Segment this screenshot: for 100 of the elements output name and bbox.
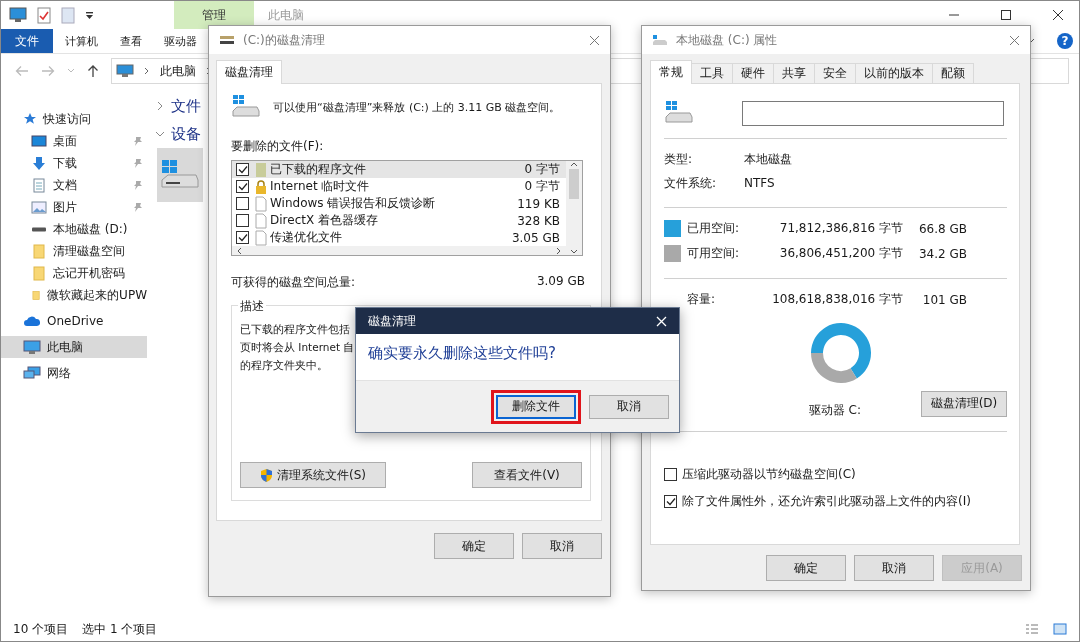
properties-icon[interactable]	[37, 6, 51, 24]
disk-cleanup-button[interactable]: 磁盘清理(D)	[921, 390, 1007, 417]
dialog-button[interactable]: 取消	[522, 533, 602, 559]
field-label: 类型:	[664, 150, 694, 168]
help-button[interactable]: ?	[1057, 33, 1073, 49]
checkbox-label[interactable]: 除了文件属性外，还允许索引此驱动器上文件的内容(I)	[682, 493, 971, 510]
tab[interactable]: 磁盘清理	[216, 60, 282, 84]
file-row[interactable]: Internet 临时文件 0 字节	[232, 178, 566, 195]
dialog-button[interactable]: 删除文件	[496, 394, 576, 419]
network-icon	[23, 365, 41, 381]
field-label: 容量:	[687, 291, 717, 308]
size-value: 101 GB	[921, 292, 967, 307]
dialog-button[interactable]: 清理系统文件(S)	[240, 462, 386, 488]
scroll-down-icon[interactable]	[570, 247, 578, 255]
cloud-icon	[23, 315, 41, 327]
section-header[interactable]: 设备	[171, 124, 201, 144]
checkbox[interactable]	[236, 231, 249, 244]
section-header[interactable]: 文件	[171, 96, 201, 116]
sidebar-item[interactable]: 网络	[1, 362, 147, 384]
file-row[interactable]: 已下载的程序文件 0 字节	[232, 161, 566, 178]
file-name: Internet 临时文件	[270, 178, 371, 195]
file-list[interactable]: 已下载的程序文件 0 字节 Internet 临时文件 0 字节 Windows 错误报告和反馈诊断 119 KB DirectX 着色器缓存 328 KB 传递优化文件 3.05 GB	[231, 160, 583, 256]
computer-icon	[116, 64, 134, 78]
scroll-right-icon[interactable]	[556, 246, 562, 255]
dialog-button[interactable]: 取消	[589, 394, 669, 419]
sidebar-item[interactable]: 本地磁盘 (D:)	[1, 218, 147, 240]
file-name: 传递优化文件	[270, 229, 343, 246]
intro-text: 可以使用“磁盘清理”来释放 (C:) 上的 3.11 GB 磁盘空间。	[273, 99, 561, 115]
folder-icon	[31, 265, 47, 281]
up-arrow-icon[interactable]	[87, 64, 99, 78]
sidebar-item[interactable]: 清理磁盘空间	[1, 240, 147, 262]
field-label: 已用空间:	[687, 220, 741, 237]
dialog-button[interactable]: 查看文件(V)	[472, 462, 582, 488]
context-tab[interactable]: 管理	[174, 1, 254, 29]
ribbon-tab[interactable]: 查看	[120, 29, 142, 53]
description-text: 页时将会从 Internet 自	[240, 340, 355, 355]
description-text: 已下载的程序文件包括	[240, 322, 350, 337]
window-title: 此电脑	[268, 6, 304, 24]
scroll-left-icon[interactable]	[236, 246, 242, 255]
checkbox[interactable]	[664, 468, 677, 481]
pin-icon[interactable]	[133, 201, 143, 213]
sidebar-item[interactable]: 文档	[1, 174, 147, 196]
expand-chevron-icon[interactable]	[155, 129, 165, 139]
pin-icon[interactable]	[133, 179, 143, 191]
sidebar-item[interactable]: 快速访问	[1, 108, 147, 130]
file-row[interactable]: DirectX 着色器缓存 328 KB	[232, 212, 566, 229]
close-icon[interactable]	[1052, 9, 1064, 21]
image-icon	[31, 200, 47, 214]
checkbox[interactable]	[664, 495, 677, 508]
window-title: (C:)的磁盘清理	[243, 31, 325, 49]
item-count: 10 个项目	[13, 620, 69, 638]
star-icon	[23, 112, 37, 126]
byte-count: 108,618,838,016 字节	[771, 291, 903, 308]
tab[interactable]: 配额	[932, 63, 974, 83]
sidebar-item[interactable]: 下载	[1, 152, 147, 174]
total-label: 可获得的磁盘空间总量:	[231, 274, 356, 291]
computer-icon	[23, 339, 41, 355]
folder-icon	[255, 161, 267, 178]
checkbox[interactable]	[236, 180, 249, 193]
computer-icon[interactable]	[9, 7, 27, 23]
lock-icon	[255, 178, 267, 195]
sidebar-item[interactable]: 此电脑	[1, 336, 147, 358]
dropdown-caret-icon[interactable]	[85, 10, 94, 20]
checkbox[interactable]	[236, 214, 249, 227]
breadcrumb[interactable]: 此电脑	[160, 62, 196, 80]
dialog-button[interactable]: 确定	[766, 555, 846, 581]
file-row[interactable]: 传递优化文件 3.05 GB	[232, 229, 566, 246]
sidebar-item[interactable]: 桌面	[1, 130, 147, 152]
pin-icon[interactable]	[133, 157, 143, 169]
folder-icon	[31, 243, 47, 259]
tab[interactable]: 常规	[650, 60, 692, 84]
checkbox[interactable]	[236, 197, 249, 210]
sidebar-item[interactable]: 忘记开机密码	[1, 262, 147, 284]
scrollbar-thumb[interactable]	[569, 169, 579, 199]
drive-tile[interactable]	[157, 148, 203, 202]
file-row[interactable]: Windows 错误报告和反馈诊断 119 KB	[232, 195, 566, 212]
ribbon-tab[interactable]: 驱动器	[164, 29, 197, 53]
scroll-up-icon[interactable]	[570, 161, 578, 169]
horizontal-scrollbar[interactable]	[232, 246, 566, 255]
sidebar-item[interactable]: OneDrive	[1, 310, 147, 332]
dialog-button[interactable]: 确定	[434, 533, 514, 559]
maximize-icon[interactable]	[1000, 9, 1012, 21]
size-value: 34.2 GB	[917, 246, 967, 261]
field-value: NTFS	[744, 176, 775, 190]
expand-chevron-icon[interactable]	[155, 101, 165, 111]
files-label: 要删除的文件(F):	[231, 138, 325, 155]
vertical-scrollbar[interactable]	[566, 161, 582, 255]
drive-icon	[231, 94, 261, 120]
checkbox[interactable]	[236, 163, 249, 176]
field-label: 可用空间:	[687, 245, 741, 262]
checkbox-label[interactable]: 压缩此驱动器以节约磁盘空间(C)	[682, 466, 856, 483]
field-value: 本地磁盘	[744, 150, 792, 168]
drive-name-field[interactable]	[742, 100, 1004, 126]
document-icon	[31, 177, 47, 193]
pin-icon[interactable]	[133, 135, 143, 147]
sidebar-item[interactable]: 图片	[1, 196, 147, 218]
ribbon-tab[interactable]: 计算机	[65, 29, 98, 53]
dialog-button[interactable]: 取消	[854, 555, 934, 581]
sidebar-item[interactable]: 微软藏起来的UPW	[1, 284, 147, 306]
field-label: 文件系统:	[664, 174, 718, 192]
